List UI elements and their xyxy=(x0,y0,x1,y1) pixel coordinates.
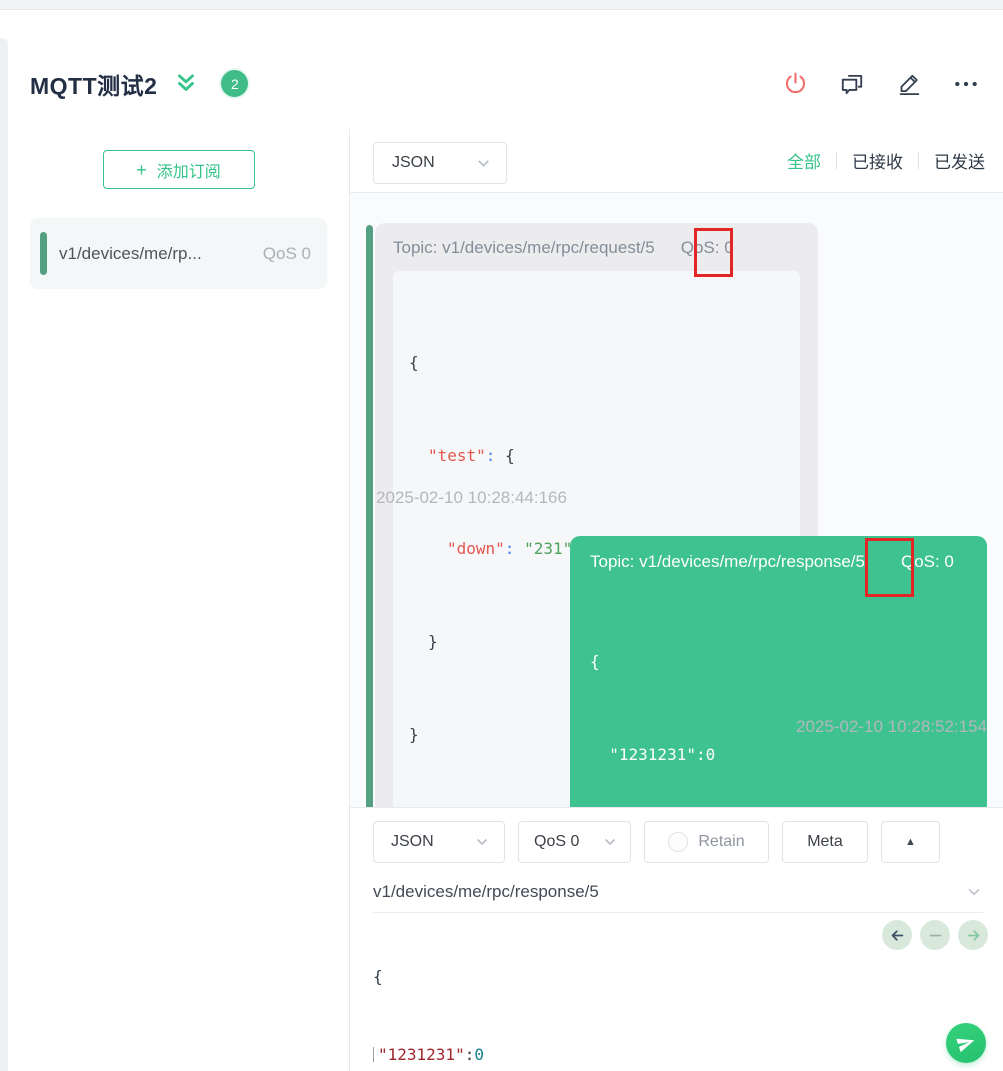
composer-controls: JSON QoS 0 Retain Meta ▲ xyxy=(373,821,940,863)
subscription-count-badge: 2 xyxy=(221,70,248,97)
composer-format-select[interactable]: JSON xyxy=(373,821,505,863)
subscription-color-marker xyxy=(40,232,47,275)
publish-composer: JSON QoS 0 Retain Meta ▲ xyxy=(350,807,1003,1071)
received-topic-row: Topic: v1/devices/me/rpc/request/5 QoS: … xyxy=(393,238,800,258)
tab-received[interactable]: 已接收 xyxy=(852,148,903,173)
composer-qos-select[interactable]: QoS 0 xyxy=(518,821,631,863)
tab-all[interactable]: 全部 xyxy=(787,148,821,173)
history-forward-button[interactable] xyxy=(958,920,988,950)
editor-line: "1231231":0 xyxy=(373,1042,1003,1068)
publish-topic-value: v1/devices/me/rpc/response/5 xyxy=(373,882,599,902)
message-filter-tabs: 全部 已接收 已发送 xyxy=(787,129,985,192)
editor-line: { xyxy=(373,964,1003,990)
annotation-highlight-request-suffix xyxy=(694,228,733,277)
history-clear-button[interactable] xyxy=(920,920,950,950)
collapse-composer-button[interactable]: ▲ xyxy=(881,821,940,863)
tab-separator xyxy=(918,152,919,169)
tab-published[interactable]: 已发送 xyxy=(934,148,985,173)
connection-title: MQTT测试2 xyxy=(30,67,157,101)
header-actions xyxy=(782,71,1003,97)
connection-header: MQTT测试2 2 xyxy=(8,38,1003,130)
disconnect-power-icon[interactable] xyxy=(782,71,808,97)
triangle-up-icon: ▲ xyxy=(905,836,916,848)
sent-payload: { "1231231":0 } xyxy=(590,584,967,807)
composer-format-value: JSON xyxy=(391,833,434,851)
publish-topic-input[interactable]: v1/devices/me/rpc/response/5 xyxy=(373,872,983,913)
chevron-down-icon xyxy=(965,883,983,901)
retain-toggle[interactable]: Retain xyxy=(644,821,769,863)
code-line: { xyxy=(590,646,967,677)
chevron-down-icon xyxy=(602,834,618,850)
messages-panel: JSON 全部 已接收 已发送 Topic: v1/devices/me/rpc… xyxy=(350,129,1003,1071)
new-message-chat-icon[interactable] xyxy=(839,71,865,97)
retain-label: Retain xyxy=(698,833,744,851)
payload-format-value: JSON xyxy=(392,154,435,172)
chevron-double-down-icon[interactable] xyxy=(173,71,199,97)
more-options-icon[interactable] xyxy=(953,71,979,97)
tab-separator xyxy=(836,152,837,169)
received-topic: Topic: v1/devices/me/rpc/request/5 xyxy=(393,238,655,258)
messages-toolbar: JSON 全部 已接收 已发送 xyxy=(350,129,1003,193)
received-topic-marker xyxy=(366,225,373,807)
code-line: { xyxy=(409,347,784,378)
subscription-qos: QoS 0 xyxy=(263,244,311,264)
send-message-button[interactable] xyxy=(946,1023,986,1063)
code-line: "test": { xyxy=(409,440,784,471)
retain-radio-icon xyxy=(668,832,688,852)
annotation-highlight-response-suffix xyxy=(865,538,914,597)
meta-button[interactable]: Meta xyxy=(782,821,868,863)
edit-pencil-icon[interactable] xyxy=(896,71,922,97)
received-timestamp: 2025-02-10 10:28:44:166 xyxy=(376,488,567,508)
history-back-button[interactable] xyxy=(882,920,912,950)
subscription-item[interactable]: v1/devices/me/rp... QoS 0 xyxy=(30,218,327,289)
sent-bubble: Topic: v1/devices/me/rpc/response/5 QoS:… xyxy=(570,536,987,807)
text-cursor xyxy=(373,1047,374,1062)
subscription-topic: v1/devices/me/rp... xyxy=(59,244,202,264)
add-subscription-label: 添加订阅 xyxy=(157,158,221,182)
composer-qos-value: QoS 0 xyxy=(534,833,579,851)
message-list[interactable]: Topic: v1/devices/me/rpc/request/5 QoS: … xyxy=(350,193,1003,807)
mqtt-client-window: MQTT测试2 2 xyxy=(0,0,1003,1071)
sent-topic: Topic: v1/devices/me/rpc/response/5 xyxy=(590,552,865,572)
subscriptions-sidebar: + 添加订阅 v1/devices/me/rp... QoS 0 xyxy=(8,129,350,1071)
chevron-down-icon xyxy=(474,834,490,850)
editor-history-nav xyxy=(882,920,988,950)
plus-icon: + xyxy=(136,161,147,179)
sent-timestamp: 2025-02-10 10:28:52:154 xyxy=(796,717,987,737)
chevron-down-icon xyxy=(475,155,492,172)
payload-format-select[interactable]: JSON xyxy=(373,142,507,184)
left-window-strip xyxy=(0,38,8,1071)
sent-message: Topic: v1/devices/me/rpc/response/5 QoS:… xyxy=(570,536,987,807)
top-window-strip xyxy=(0,0,1003,10)
code-line: "1231231":0 xyxy=(590,739,967,770)
add-subscription-button[interactable]: + 添加订阅 xyxy=(103,150,255,189)
